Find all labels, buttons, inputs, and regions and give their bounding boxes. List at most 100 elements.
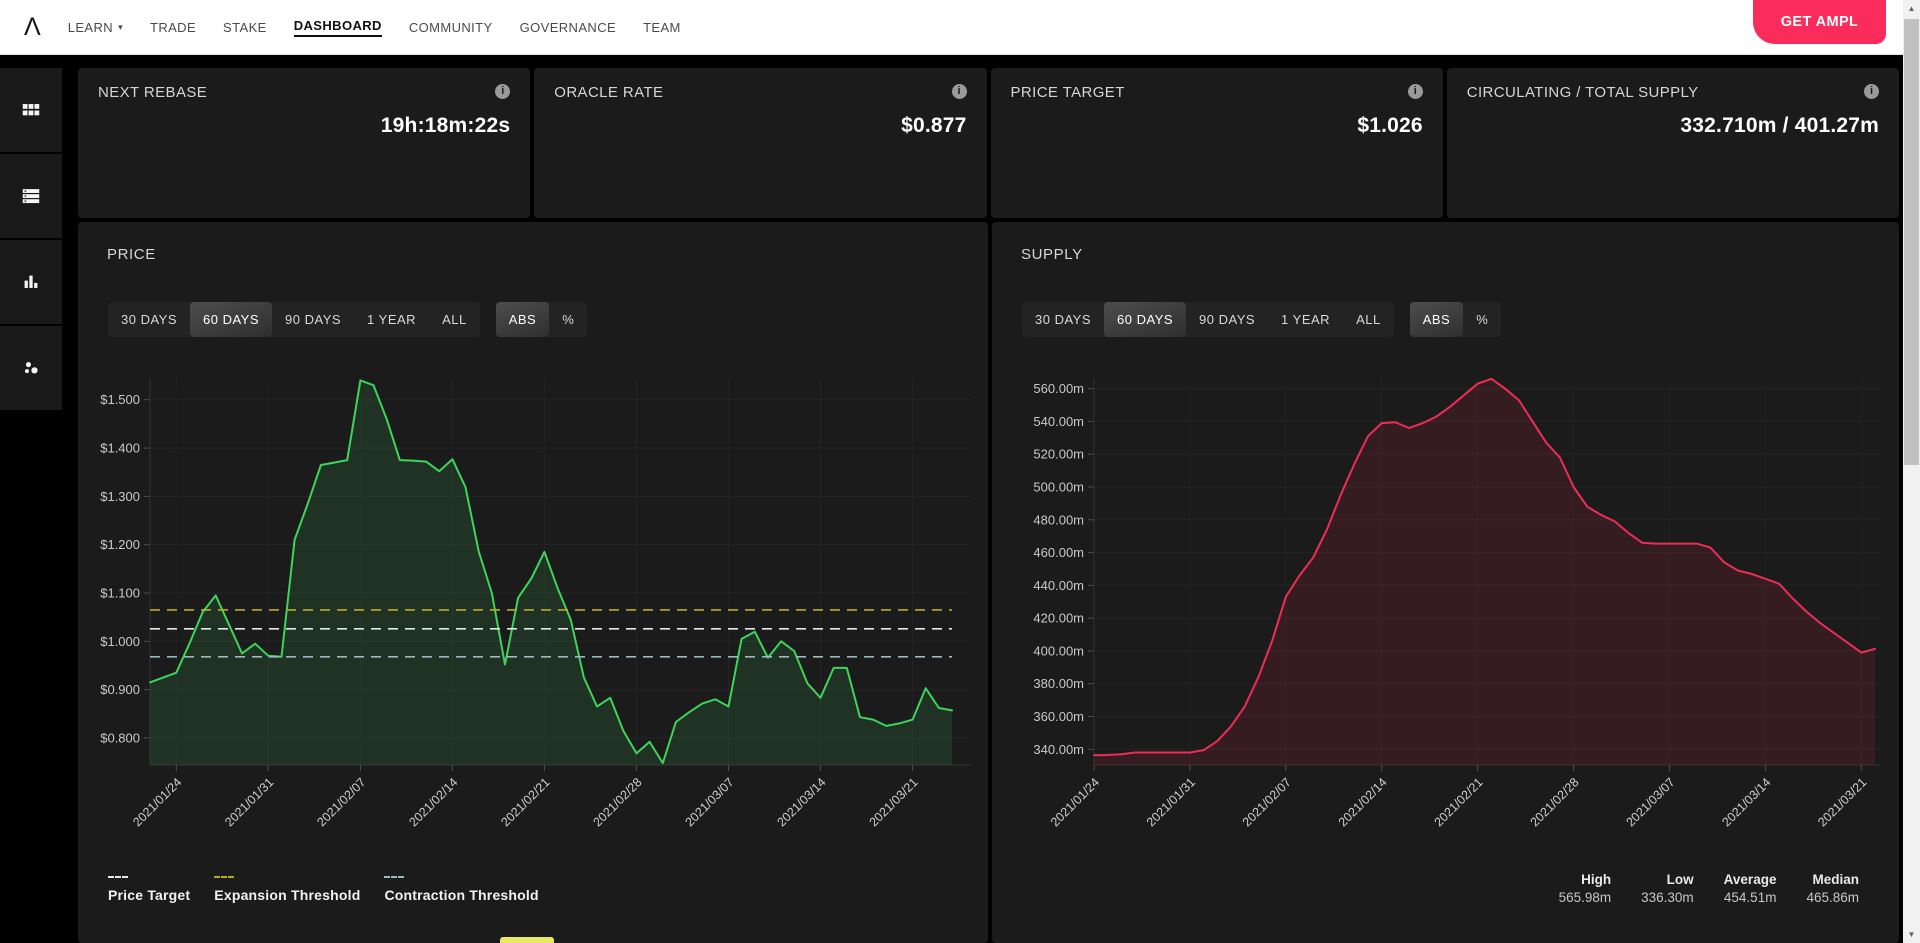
- price-panel: PRICE 30 DAYS 60 DAYS 90 DAYS 1 YEAR ALL ABS%…: [78, 222, 988, 943]
- list-icon: [22, 189, 40, 204]
- stat-label: High: [1581, 872, 1612, 887]
- stat-card-circulating-total-supply: CIRCULATING / TOTAL SUPPLY i 332.710m / 40…: [1446, 68, 1899, 218]
- x-axis-label: 2021/02/14: [406, 775, 460, 829]
- info-icon[interactable]: i: [951, 84, 967, 99]
- y-axis-label: $1.100: [100, 586, 140, 601]
- stat-average: Average 454.51m: [1724, 872, 1777, 905]
- x-axis-label: 2021/02/07: [314, 775, 368, 829]
- nav-item-label: TEAM: [643, 19, 681, 35]
- stat-value: 336.30m: [1641, 890, 1694, 905]
- y-axis-label: 480.00m: [1033, 512, 1084, 527]
- nav-item-governance[interactable]: GOVERNANCE: [520, 20, 616, 35]
- stat-high: High 565.98m: [1559, 872, 1612, 905]
- nav-item-team[interactable]: TEAM: [643, 20, 681, 35]
- nav-item-dashboard[interactable]: DASHBOARD: [293, 17, 382, 37]
- x-axis-label: 2021/02/21: [498, 775, 552, 829]
- scroll-up-icon[interactable]: ▲: [1903, 0, 1920, 17]
- legend-label: Contraction Threshold: [384, 887, 539, 903]
- nav-item-stake[interactable]: STAKE: [223, 20, 267, 35]
- info-icon[interactable]: i: [495, 84, 511, 99]
- x-axis-label: 2021/03/14: [774, 775, 828, 829]
- stat-card-oracle-rate: ORACLE RATE i $0.877: [534, 68, 987, 218]
- nav-item-label: GOVERNANCE: [519, 19, 617, 35]
- y-axis-label: $1.500: [100, 392, 140, 407]
- x-axis-label: 2021/01/31: [1144, 775, 1198, 829]
- legend-dash-icon: [214, 876, 235, 878]
- legend-item-expansion-threshold: Expansion Threshold: [214, 876, 360, 905]
- stat-value: 565.98m: [1558, 890, 1612, 905]
- y-axis-label: $1.300: [100, 489, 140, 504]
- x-axis-label: 2021/03/21: [1815, 775, 1869, 829]
- sidebar-item-network[interactable]: [0, 326, 62, 410]
- y-axis-label: $1.200: [100, 537, 140, 552]
- y-axis-label: 560.00m: [1033, 381, 1084, 396]
- sidebar: [0, 54, 62, 943]
- brand-logo-icon[interactable]: Λ: [24, 14, 41, 40]
- legend-label: Price Target: [108, 887, 191, 903]
- stat-value: 465.86m: [1806, 890, 1859, 905]
- legend-dash-icon: [108, 876, 128, 878]
- y-axis-label: 360.00m: [1033, 709, 1084, 724]
- stat-label: Median: [1812, 872, 1859, 887]
- x-axis-label: 2021/02/14: [1336, 775, 1390, 829]
- info-icon[interactable]: i: [1407, 84, 1423, 99]
- caret-down-icon: ▾: [118, 21, 123, 32]
- card-title: ORACLE RATE: [554, 84, 664, 101]
- y-axis-label: 340.00m: [1033, 742, 1084, 757]
- x-axis-label: 2021/01/31: [222, 775, 276, 829]
- y-axis-label: 400.00m: [1033, 643, 1084, 658]
- x-axis-label: 2021/03/14: [1719, 775, 1773, 829]
- get-ampl-button[interactable]: GET AMPL: [1753, 0, 1886, 44]
- top-nav: Λ LEARN ▾ TRADE STAKE DASHBOARD COMMUNITY GOVE…: [0, 0, 1920, 55]
- y-axis-label: 460.00m: [1033, 545, 1084, 560]
- x-axis-label: 2021/02/21: [1432, 775, 1486, 829]
- stat-cards: NEXT REBASE i 19h:18m:22s ORACLE RATE i $0.87…: [78, 68, 1899, 218]
- card-value: 19h:18m:22s: [380, 114, 511, 137]
- nav-item-trade[interactable]: TRADE: [150, 20, 196, 35]
- price-chart[interactable]: $0.800 $0.900 $1.000 $1.100 $1.200 $1.300 $1.4…: [78, 222, 988, 943]
- nav-items: LEARN ▾ TRADE STAKE DASHBOARD COMMUNITY GOVERN…: [68, 18, 681, 37]
- y-axis-label: 380.00m: [1033, 676, 1084, 691]
- nav-item-label: LEARN: [67, 19, 114, 35]
- y-axis-label: $0.800: [100, 730, 140, 745]
- x-axis-label: 2021/03/21: [867, 775, 921, 829]
- card-title: PRICE TARGET: [1010, 84, 1125, 101]
- stat-card-price-target: PRICE TARGET i $1.026: [990, 68, 1443, 218]
- y-axis-label: $1.400: [100, 441, 140, 456]
- supply-stats: High 565.98m Low 336.30m Average 454.51m Media…: [1559, 872, 1859, 905]
- sidebar-item-dashboard[interactable]: [0, 68, 62, 152]
- scrollbar[interactable]: ▲ ▼: [1903, 0, 1920, 943]
- nav-item-label: STAKE: [223, 19, 267, 35]
- info-icon[interactable]: i: [1864, 84, 1879, 99]
- nav-item-label: DASHBOARD: [293, 17, 382, 33]
- sidebar-item-list[interactable]: [0, 154, 62, 238]
- nav-item-learn[interactable]: LEARN ▾: [68, 20, 123, 35]
- legend-item-contraction-threshold: Contraction Threshold: [384, 876, 539, 905]
- nav-item-community[interactable]: COMMUNITY: [409, 20, 493, 35]
- stat-label: Average: [1723, 872, 1777, 887]
- y-axis-label: $1.000: [100, 634, 140, 649]
- y-axis-label: 440.00m: [1033, 578, 1084, 593]
- scroll-down-icon[interactable]: ▼: [1903, 926, 1920, 943]
- legend-item-price-target: Price Target: [108, 876, 190, 905]
- y-axis-label: 540.00m: [1033, 414, 1084, 429]
- y-axis-label: 420.00m: [1033, 611, 1084, 626]
- stat-label: Low: [1666, 872, 1694, 887]
- supply-chart[interactable]: 340.00m 360.00m 380.00m 400.00m 420.00m 440.0…: [992, 222, 1899, 943]
- scrollbar-thumb[interactable]: [1904, 19, 1919, 465]
- x-axis-label: 2021/02/07: [1240, 775, 1294, 829]
- card-value: 332.710m / 401.27m: [1680, 114, 1879, 137]
- legend-label: Expansion Threshold: [214, 887, 361, 903]
- card-title: CIRCULATING / TOTAL SUPPLY: [1466, 84, 1699, 101]
- nav-item-label: TRADE: [149, 19, 197, 35]
- x-axis-label: 2021/03/07: [682, 775, 736, 829]
- y-axis-label: 520.00m: [1033, 447, 1084, 462]
- grid-icon: [22, 104, 40, 116]
- legend-dash-icon: [384, 876, 405, 878]
- card-value: $1.026: [1357, 114, 1423, 137]
- sidebar-item-charts[interactable]: [0, 240, 62, 324]
- x-axis-label: 2021/03/07: [1623, 775, 1677, 829]
- bar-chart-icon: [24, 275, 38, 288]
- price-legend: Price Target Expansion Threshold Contracti…: [108, 876, 539, 905]
- x-axis-label: 2021/01/24: [1048, 775, 1102, 829]
